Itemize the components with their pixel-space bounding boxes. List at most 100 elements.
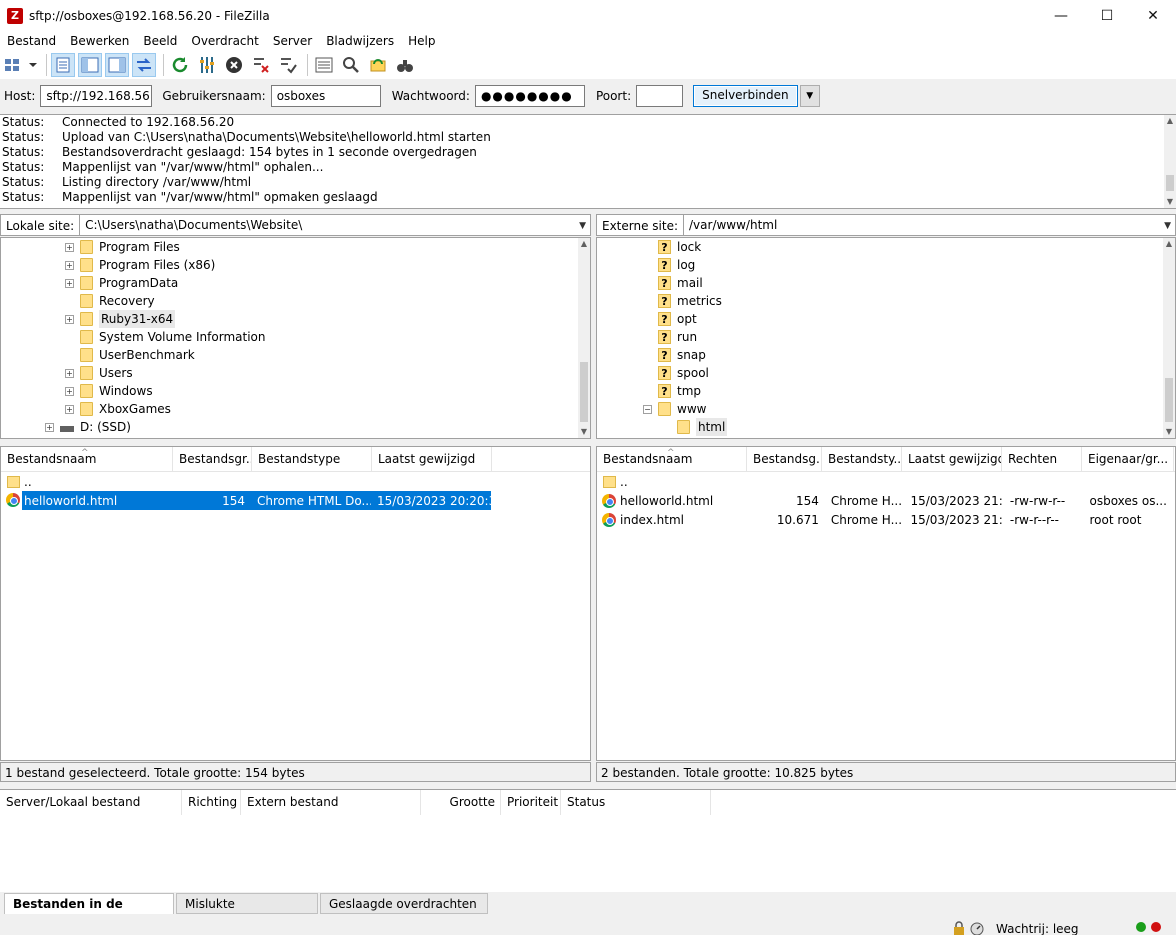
maximize-button[interactable]: ☐ xyxy=(1084,0,1130,31)
menu-bladwijzers[interactable]: Bladwijzers xyxy=(319,31,401,51)
tree-item-folder[interactable]: ? metrics xyxy=(658,292,722,310)
site-manager-icon[interactable] xyxy=(3,53,39,77)
log-scrollbar[interactable]: ▲ ▼ xyxy=(1164,115,1176,208)
queue-column-local-file[interactable]: Server/Lokaal bestand xyxy=(0,790,182,815)
list-item-updir[interactable]: .. xyxy=(597,472,1157,491)
queue-column-status[interactable]: Status xyxy=(561,790,711,815)
tree-item-folder[interactable]: + XboxGames xyxy=(65,400,171,418)
scroll-thumb[interactable] xyxy=(1166,175,1174,191)
queue-column-size[interactable]: Grootte xyxy=(421,790,501,815)
port-input[interactable] xyxy=(636,85,684,107)
column-header-size[interactable]: Bestandsg... xyxy=(747,447,822,472)
remote-tree-scrollbar[interactable]: ▲ ▼ xyxy=(1163,238,1175,438)
log-toggle-icon[interactable] xyxy=(51,53,75,77)
sync-browse-icon[interactable] xyxy=(366,53,390,77)
tree-item-folder[interactable]: UserBenchmark xyxy=(65,346,195,364)
expand-icon[interactable]: + xyxy=(65,314,74,324)
table-row[interactable]: helloworld.html 154 Chrome HTML Do... 15… xyxy=(22,491,491,510)
directory-comparison-icon[interactable] xyxy=(312,53,336,77)
local-site-path-input[interactable]: C:\Users\natha\Documents\Website\ ▼ xyxy=(80,214,591,236)
tree-item-folder[interactable]: + Users xyxy=(65,364,133,382)
lock-icon[interactable] xyxy=(952,921,966,935)
scroll-thumb[interactable] xyxy=(1165,378,1173,422)
menu-server[interactable]: Server xyxy=(266,31,319,51)
tree-item-folder[interactable]: ? log xyxy=(658,256,695,274)
local-tree-icon[interactable] xyxy=(78,53,102,77)
menu-help[interactable]: Help xyxy=(401,31,442,51)
list-item-updir[interactable]: .. xyxy=(1,472,491,491)
username-input[interactable]: osboxes xyxy=(270,85,381,107)
find-icon[interactable] xyxy=(393,53,417,77)
column-header-size[interactable]: Bestandsgr... xyxy=(173,447,252,472)
minimize-button[interactable]: — xyxy=(1038,0,1084,31)
collapse-icon[interactable]: − xyxy=(643,404,652,414)
tree-item-folder[interactable]: + Program Files (x86) xyxy=(65,256,215,274)
close-button[interactable]: ✕ xyxy=(1130,0,1176,31)
table-row[interactable]: helloworld.html 154 Chrome H... 15/03/2023 … xyxy=(597,491,1175,510)
cancel-icon[interactable] xyxy=(222,53,246,77)
tree-item-www[interactable]: − www xyxy=(643,400,706,418)
scroll-up-icon[interactable]: ▲ xyxy=(1163,238,1175,250)
disconnect-icon[interactable] xyxy=(249,53,273,77)
queue-column-direction[interactable]: Richting xyxy=(182,790,241,815)
expand-icon[interactable]: + xyxy=(65,242,74,252)
filter-icon[interactable] xyxy=(195,53,219,77)
tree-item-folder[interactable]: + Ruby31-x64 xyxy=(65,310,176,328)
menu-overdracht[interactable]: Overdracht xyxy=(184,31,265,51)
column-header-modified[interactable]: Laatst gewijzigd xyxy=(372,447,492,472)
expand-icon[interactable]: + xyxy=(65,386,74,396)
tree-item-folder[interactable]: ? tmp xyxy=(658,382,701,400)
chevron-down-icon[interactable]: ▼ xyxy=(1164,219,1171,233)
expand-icon[interactable]: + xyxy=(65,278,74,288)
scroll-up-icon[interactable]: ▲ xyxy=(578,238,590,250)
local-tree-scrollbar[interactable]: ▲ ▼ xyxy=(578,238,590,438)
host-input[interactable]: sftp://192.168.56.20 xyxy=(40,85,153,107)
queue-toggle-icon[interactable] xyxy=(132,53,156,77)
column-header-owner[interactable]: Eigenaar/gr... xyxy=(1082,447,1174,472)
expand-icon[interactable]: + xyxy=(65,260,74,270)
tree-item-folder[interactable]: System Volume Information xyxy=(65,328,265,346)
tree-item-folder[interactable]: + ProgramData xyxy=(65,274,178,292)
tree-item-folder[interactable]: + Windows xyxy=(65,382,153,400)
expand-icon[interactable]: + xyxy=(65,368,74,378)
tree-item-drive-d[interactable]: + D: (SSD) xyxy=(45,418,131,436)
table-row[interactable]: index.html 10.671 Chrome H... 15/03/2023 21… xyxy=(597,510,1175,529)
column-header-type[interactable]: Bestandsty... xyxy=(822,447,902,472)
search-files-icon[interactable] xyxy=(339,53,363,77)
tab-queued-files[interactable]: Bestanden in de wachtrij xyxy=(4,893,174,931)
column-header-filename[interactable]: Bestandsnaam ^ xyxy=(1,447,173,472)
queue-column-priority[interactable]: Prioriteit xyxy=(501,790,561,815)
scroll-down-icon[interactable]: ▼ xyxy=(578,426,590,438)
scroll-down-icon[interactable]: ▼ xyxy=(1163,426,1175,438)
remote-tree-icon[interactable] xyxy=(105,53,129,77)
tab-successful-transfers[interactable]: Geslaagde overdrachten (1) xyxy=(320,893,488,931)
column-header-filename[interactable]: Bestandsnaam ^ xyxy=(597,447,747,472)
tree-item-folder[interactable]: Recovery xyxy=(65,292,155,310)
column-header-permissions[interactable]: Rechten xyxy=(1002,447,1082,472)
queue-column-remote-file[interactable]: Extern bestand xyxy=(241,790,421,815)
quickconnect-dropdown-icon[interactable]: ▼ xyxy=(799,85,820,107)
expand-icon[interactable]: + xyxy=(65,404,74,414)
tree-item-folder[interactable]: ? opt xyxy=(658,310,697,328)
menu-bestand[interactable]: Bestand xyxy=(0,31,63,51)
password-input[interactable]: ●●●●●●●● xyxy=(474,85,585,107)
column-header-type[interactable]: Bestandstype xyxy=(252,447,372,472)
tree-item-folder[interactable]: ? spool xyxy=(658,364,709,382)
menu-beeld[interactable]: Beeld xyxy=(136,31,184,51)
quickconnect-button[interactable]: Snelverbinden xyxy=(693,85,798,107)
menu-bewerken[interactable]: Bewerken xyxy=(63,31,136,51)
refresh-icon[interactable] xyxy=(168,53,192,77)
tree-item-folder[interactable]: ? snap xyxy=(658,346,706,364)
tree-item-folder[interactable]: ? mail xyxy=(658,274,703,292)
tree-item-folder[interactable]: ? run xyxy=(658,328,697,346)
tree-item-folder[interactable]: ? lock xyxy=(658,238,701,256)
tree-item-html[interactable]: html xyxy=(677,418,728,436)
chevron-down-icon[interactable]: ▼ xyxy=(579,219,586,233)
reconnect-icon[interactable] xyxy=(276,53,300,77)
scroll-thumb[interactable] xyxy=(580,362,588,422)
scroll-down-icon[interactable]: ▼ xyxy=(1164,196,1176,208)
speed-limit-icon[interactable] xyxy=(970,921,984,935)
tree-item-folder[interactable]: + Program Files xyxy=(65,238,180,256)
tab-failed-transfers[interactable]: Mislukte overdrachten xyxy=(176,893,318,931)
scroll-up-icon[interactable]: ▲ xyxy=(1164,115,1176,127)
